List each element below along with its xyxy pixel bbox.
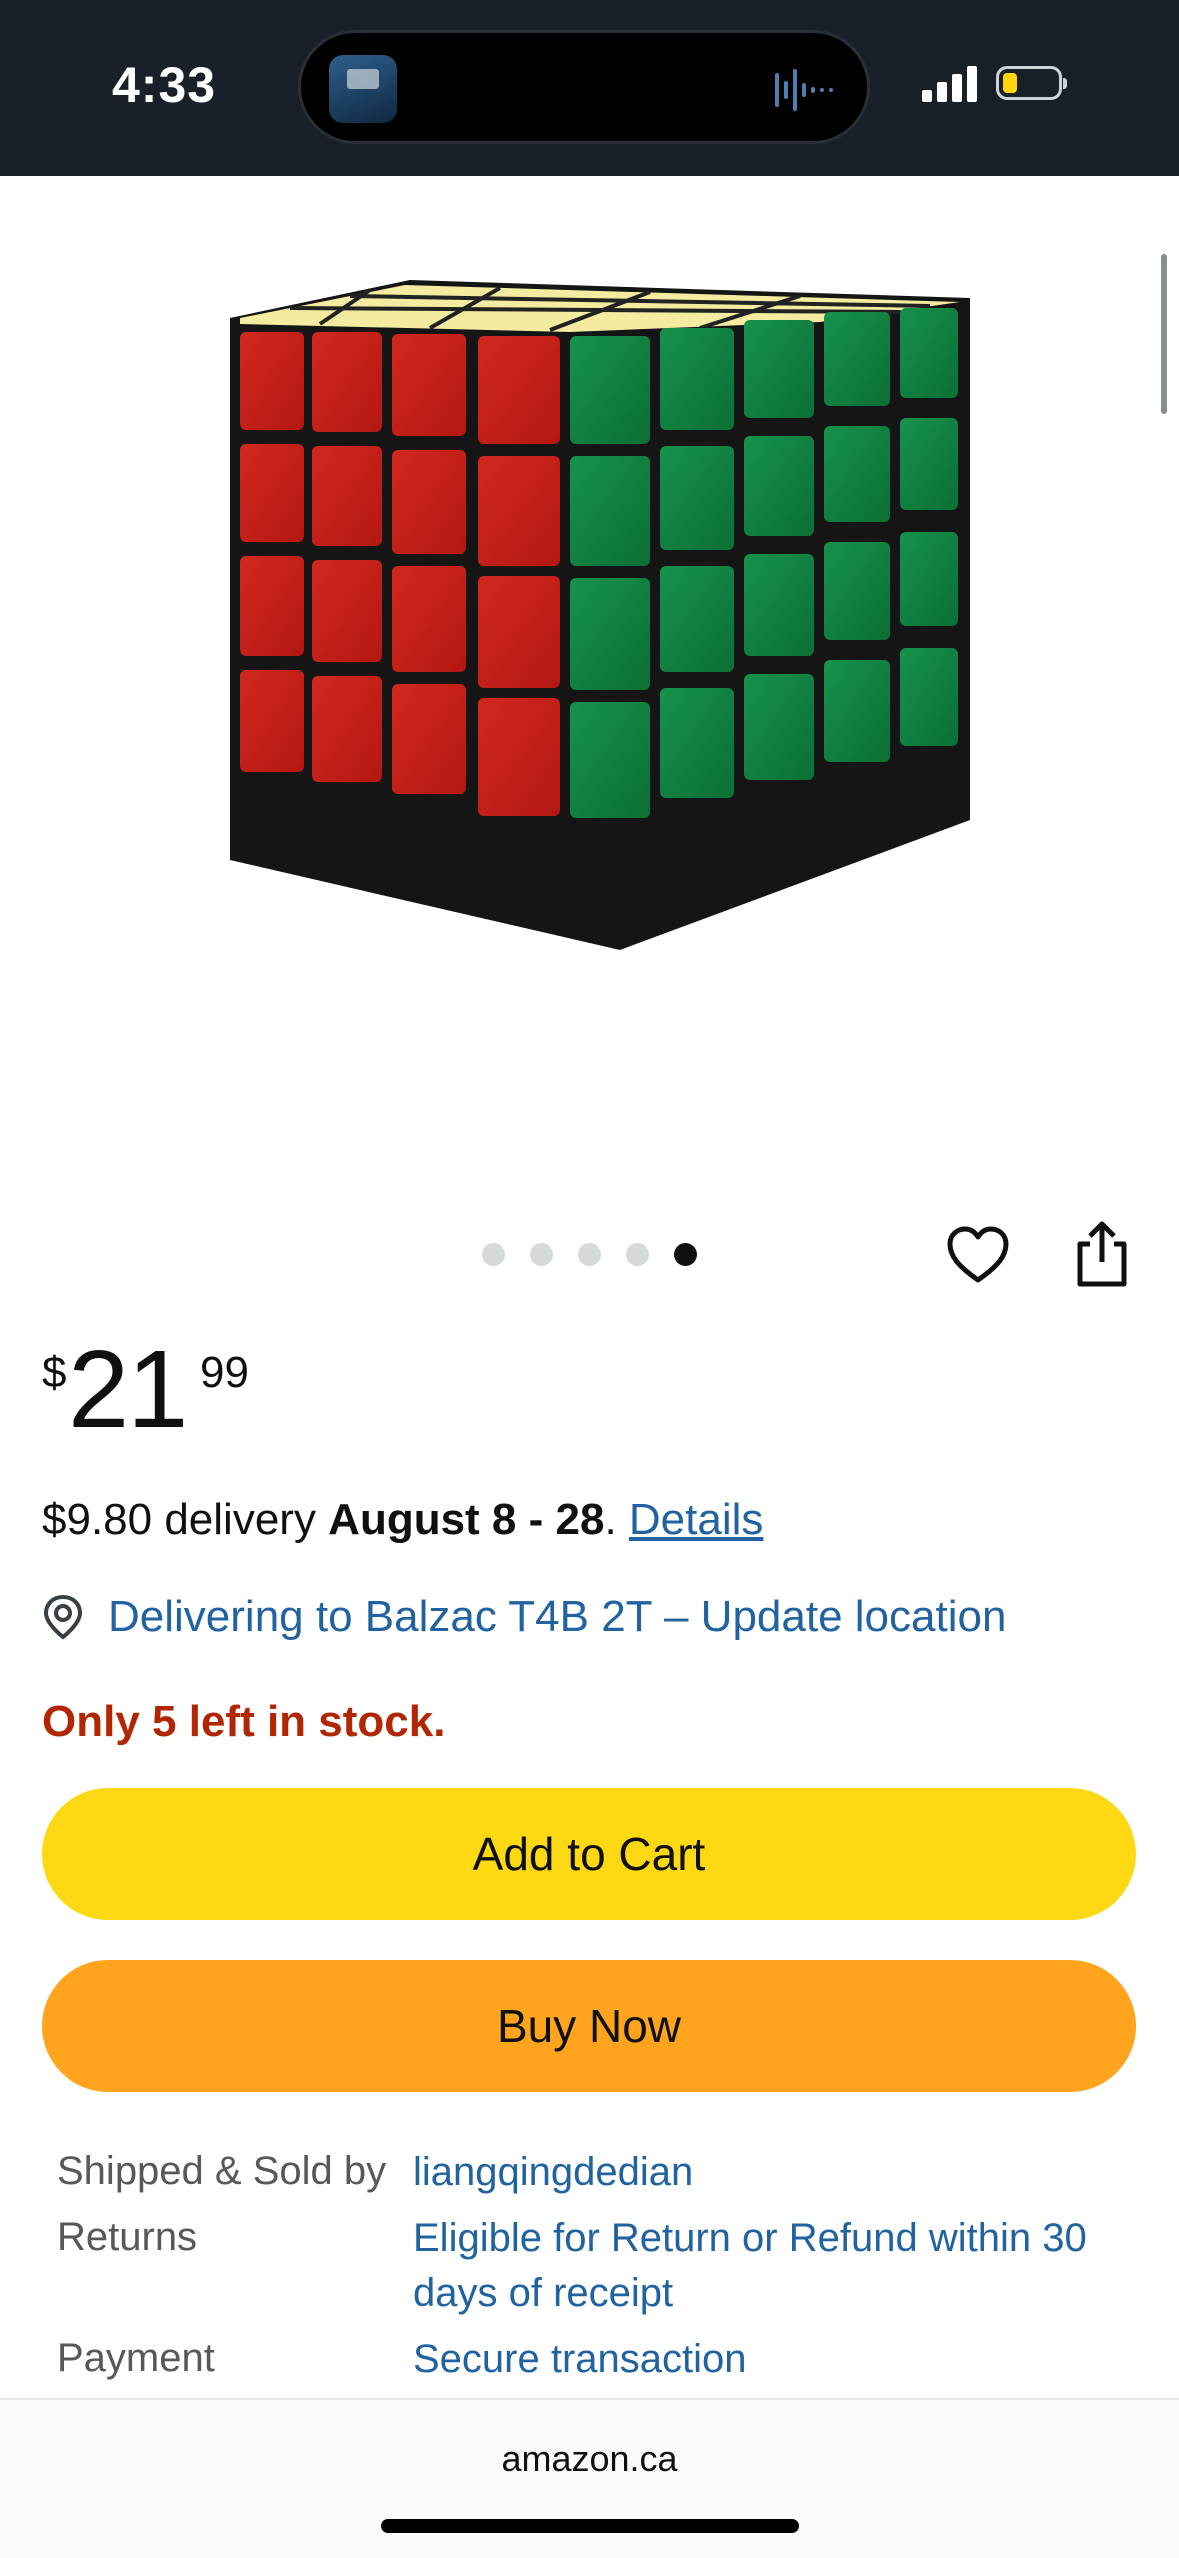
location-pin-icon (43, 1594, 83, 1640)
product-image[interactable] (200, 260, 1000, 960)
delivery-location[interactable]: Delivering to Balzac T4B 2T – Update loc… (42, 1592, 1006, 1642)
share-icon[interactable] (1072, 1218, 1132, 1290)
price-whole: 21 (68, 1328, 188, 1451)
returns-link[interactable]: Eligible for Return or Refund within 30 … (413, 2211, 1103, 2321)
scroll-indicator[interactable] (1161, 254, 1167, 414)
image-carousel-dots[interactable] (482, 1243, 697, 1266)
shipped-label: Shipped & Sold by (57, 2149, 387, 2193)
buy-now-label: Buy Now (496, 2000, 682, 2052)
stock-status: Only 5 left in stock. (42, 1697, 446, 1746)
status-time: 4:33 (112, 57, 217, 113)
carousel-dot[interactable] (578, 1243, 601, 1266)
info-row-payment: Payment (57, 2336, 215, 2381)
seller-link[interactable]: liangqingdedian (413, 2145, 1103, 2200)
battery-icon (996, 66, 1067, 100)
delivery-dates: August 8 - 28 (328, 1495, 605, 1544)
delivery-info: $9.80 delivery August 8 - 28. Details (42, 1495, 763, 1545)
app-thumbnail-icon (329, 55, 397, 123)
cellular-signal-icon (922, 66, 977, 102)
home-indicator[interactable] (381, 2519, 799, 2533)
url-bar[interactable]: amazon.ca (0, 2438, 1179, 2480)
carousel-dot[interactable] (482, 1243, 505, 1266)
delivery-prefix: $9.80 delivery (42, 1495, 329, 1544)
buy-now-button[interactable]: Buy Now (42, 1960, 1136, 2092)
status-bar: 4:33 (0, 0, 1179, 176)
payment-label: Payment (57, 2336, 215, 2380)
info-row-shipped: Shipped & Sold by (57, 2149, 386, 2194)
delivery-period: . (604, 1495, 629, 1544)
delivery-details-link[interactable]: Details (629, 1495, 764, 1544)
returns-label: Returns (57, 2215, 198, 2259)
price-symbol: $ (42, 1348, 67, 1397)
price-fraction: 99 (200, 1348, 249, 1397)
browser-bottom-bar: amazon.ca (0, 2398, 1179, 2558)
audio-waveform-icon (775, 69, 833, 111)
add-to-cart-label: Add to Cart (472, 1828, 706, 1880)
dynamic-island (298, 30, 870, 144)
heart-icon[interactable] (944, 1222, 1012, 1290)
location-text[interactable]: Delivering to Balzac T4B 2T – Update loc… (108, 1592, 1006, 1642)
carousel-dot-active[interactable] (674, 1243, 697, 1266)
add-to-cart-button[interactable]: Add to Cart (42, 1788, 1136, 1920)
info-row-returns: Returns (57, 2215, 197, 2260)
payment-link[interactable]: Secure transaction (413, 2332, 1103, 2387)
battery-level (1003, 73, 1017, 93)
carousel-dot[interactable] (530, 1243, 553, 1266)
carousel-dot[interactable] (626, 1243, 649, 1266)
